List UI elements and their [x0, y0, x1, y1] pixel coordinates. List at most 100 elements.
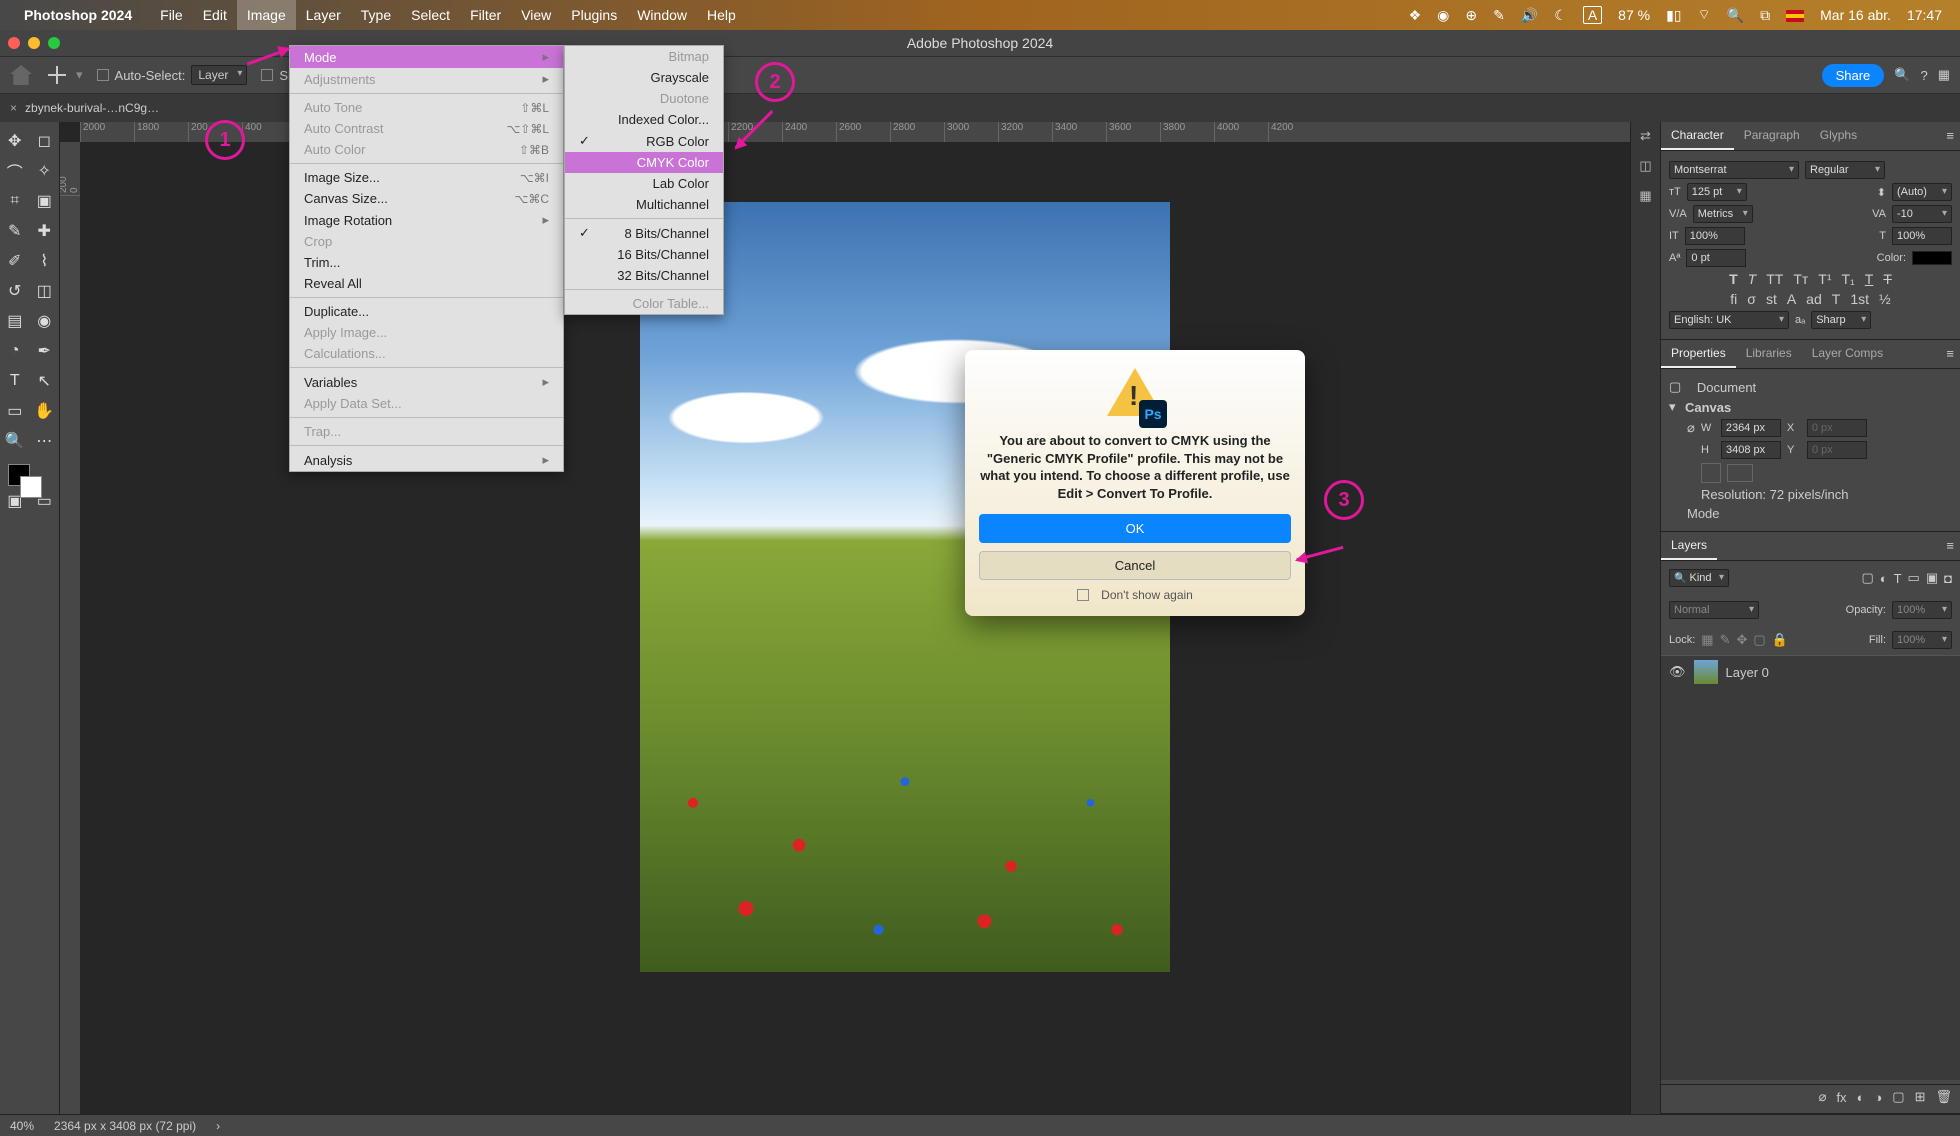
filter-pixel-icon[interactable]: ▢	[1861, 570, 1873, 586]
submenu-item[interactable]: Grayscale	[565, 67, 723, 88]
lasso-tool-icon[interactable]: ⌒	[0, 156, 30, 186]
minimize-window-icon[interactable]	[28, 37, 40, 49]
filter-shape-icon[interactable]: ▭	[1908, 570, 1920, 586]
hscale-input[interactable]: 100%	[1892, 227, 1952, 245]
menu-item[interactable]: Duplicate...	[290, 301, 563, 322]
baseline-input[interactable]: 0 pt	[1686, 249, 1746, 267]
font-style-select[interactable]: Regular	[1805, 161, 1885, 179]
menu-item[interactable]: Image Rotation	[290, 209, 563, 231]
status-more-icon[interactable]: ›	[216, 1119, 220, 1133]
zoom-level[interactable]: 40%	[10, 1119, 34, 1133]
move-tool-icon[interactable]	[48, 66, 66, 84]
kerning-input[interactable]: Metrics	[1693, 205, 1753, 223]
orientation-portrait-icon[interactable]	[1701, 463, 1721, 483]
wifi-icon[interactable]: ⌔	[1698, 6, 1711, 24]
lock-pixels-icon[interactable]: ✎	[1720, 632, 1731, 648]
subscript-button[interactable]: T₁	[1842, 271, 1855, 287]
dock-icon-1[interactable]: ⇄	[1640, 128, 1651, 144]
orientation-landscape-icon[interactable]	[1727, 464, 1753, 482]
layer-thumbnail[interactable]	[1694, 660, 1718, 684]
date-text[interactable]: Mar 16 abr.	[1820, 7, 1891, 23]
close-tab-icon[interactable]: ×	[10, 101, 17, 115]
tab-glyphs[interactable]: Glyphs	[1810, 122, 1867, 150]
underline-button[interactable]: T	[1865, 271, 1874, 287]
font-size-input[interactable]: 125 pt	[1687, 183, 1747, 201]
eraser-tool-icon[interactable]: ◫	[30, 276, 60, 306]
zoom-tool-icon[interactable]: 🔍	[0, 426, 30, 456]
blend-mode-select[interactable]: Normal	[1669, 601, 1759, 619]
flag-icon[interactable]	[1786, 7, 1804, 23]
document-tab[interactable]: × zbynek-burival-…nC9g…	[0, 94, 169, 122]
group-icon[interactable]: ▢	[1892, 1089, 1904, 1105]
menu-image[interactable]: Image	[237, 0, 296, 30]
fg-bg-colors[interactable]	[0, 456, 59, 506]
font-family-select[interactable]: Montserrat	[1669, 161, 1799, 179]
battery-icon[interactable]: ▮▯	[1666, 7, 1681, 24]
canvas-disclosure-icon[interactable]: ▾	[1669, 399, 1679, 415]
bold-button[interactable]: T	[1729, 271, 1738, 287]
panel-menu-icon[interactable]: ≡	[1940, 340, 1960, 368]
menu-item[interactable]: Analysis	[290, 449, 563, 471]
home-icon[interactable]	[10, 65, 32, 85]
filter-type-icon[interactable]: T	[1894, 571, 1902, 586]
menu-help[interactable]: Help	[697, 0, 746, 30]
panel-menu-icon[interactable]: ≡	[1940, 122, 1960, 150]
opacity-input[interactable]: 100%	[1892, 601, 1952, 619]
vscale-input[interactable]: 100%	[1685, 227, 1745, 245]
lock-all-icon[interactable]: ▦	[1701, 632, 1713, 648]
crop-tool-icon[interactable]: ⌗	[0, 186, 30, 216]
type-tool-icon[interactable]: T	[0, 366, 30, 396]
filter-toggle-icon[interactable]: ◘	[1944, 571, 1952, 586]
tab-layers[interactable]: Layers	[1661, 532, 1717, 560]
status-icon-1[interactable]: ❖	[1409, 7, 1422, 24]
share-button[interactable]: Share	[1822, 64, 1885, 87]
gradient-tool-icon[interactable]: ▤	[0, 306, 30, 336]
allcaps-button[interactable]: TT	[1766, 271, 1783, 287]
filter-kind-select[interactable]: 🔍 Kind	[1669, 569, 1729, 587]
heal-tool-icon[interactable]: ✚	[30, 216, 60, 246]
stamp-tool-icon[interactable]: ⌇	[30, 246, 60, 276]
link-wh-icon[interactable]: ⌀	[1687, 420, 1695, 436]
language-select[interactable]: English: UK	[1669, 311, 1789, 329]
menu-item[interactable]: Image Size...⌥⌘I	[290, 167, 563, 188]
menu-item[interactable]: Reveal All	[290, 273, 563, 294]
superscript-button[interactable]: T¹	[1818, 271, 1831, 287]
history-brush-icon[interactable]: ↺	[0, 276, 30, 306]
width-input[interactable]: 2364 px	[1721, 419, 1781, 437]
eyedropper-tool-icon[interactable]: ✎	[0, 216, 30, 246]
pen-tool-icon[interactable]: ✒	[30, 336, 60, 366]
path-select-icon[interactable]: ↖	[30, 366, 60, 396]
help-panel-icon[interactable]: ?	[1920, 68, 1927, 83]
move-tool-icon[interactable]: ✥	[0, 126, 30, 156]
link-layers-icon[interactable]: ⌀	[1819, 1089, 1827, 1105]
workspace-icon[interactable]: ▦	[1938, 67, 1950, 83]
wand-tool-icon[interactable]: ✧	[30, 156, 60, 186]
new-layer-icon[interactable]: ⊞	[1915, 1089, 1926, 1105]
fill-input[interactable]: 100%	[1892, 631, 1952, 649]
antialias-select[interactable]: Sharp	[1811, 311, 1871, 329]
menu-plugins[interactable]: Plugins	[561, 0, 627, 30]
dock-icon-3[interactable]: ▦	[1639, 188, 1651, 204]
submenu-item[interactable]: 32 Bits/Channel	[565, 265, 723, 286]
volume-icon[interactable]: 🔊	[1521, 7, 1538, 24]
x-input[interactable]: 0 px	[1807, 419, 1867, 437]
blur-tool-icon[interactable]: ◉	[30, 306, 60, 336]
filter-adjust-icon[interactable]: ◐	[1880, 571, 1888, 586]
filter-smart-icon[interactable]: ▣	[1926, 570, 1938, 586]
dodge-tool-icon[interactable]: ◔	[0, 336, 30, 366]
menu-file[interactable]: File	[150, 0, 193, 30]
submenu-item[interactable]: Indexed Color...	[565, 109, 723, 130]
layer-name[interactable]: Layer 0	[1726, 665, 1769, 680]
submenu-item[interactable]: Multichannel	[565, 194, 723, 215]
menu-select[interactable]: Select	[401, 0, 460, 30]
time-text[interactable]: 17:47	[1907, 7, 1942, 23]
menu-item[interactable]: Trim...	[290, 252, 563, 273]
panel-menu-icon[interactable]: ≡	[1940, 532, 1960, 560]
tracking-input[interactable]: -10	[1892, 205, 1952, 223]
leading-input[interactable]: (Auto)	[1892, 183, 1952, 201]
auto-select-dropdown[interactable]: Layer	[191, 65, 247, 85]
delete-layer-icon[interactable]: 🗑	[1935, 1089, 1952, 1105]
text-color-swatch[interactable]	[1912, 251, 1952, 265]
control-center-icon[interactable]: ⧉	[1760, 7, 1770, 24]
submenu-item[interactable]: CMYK Color	[565, 152, 723, 173]
